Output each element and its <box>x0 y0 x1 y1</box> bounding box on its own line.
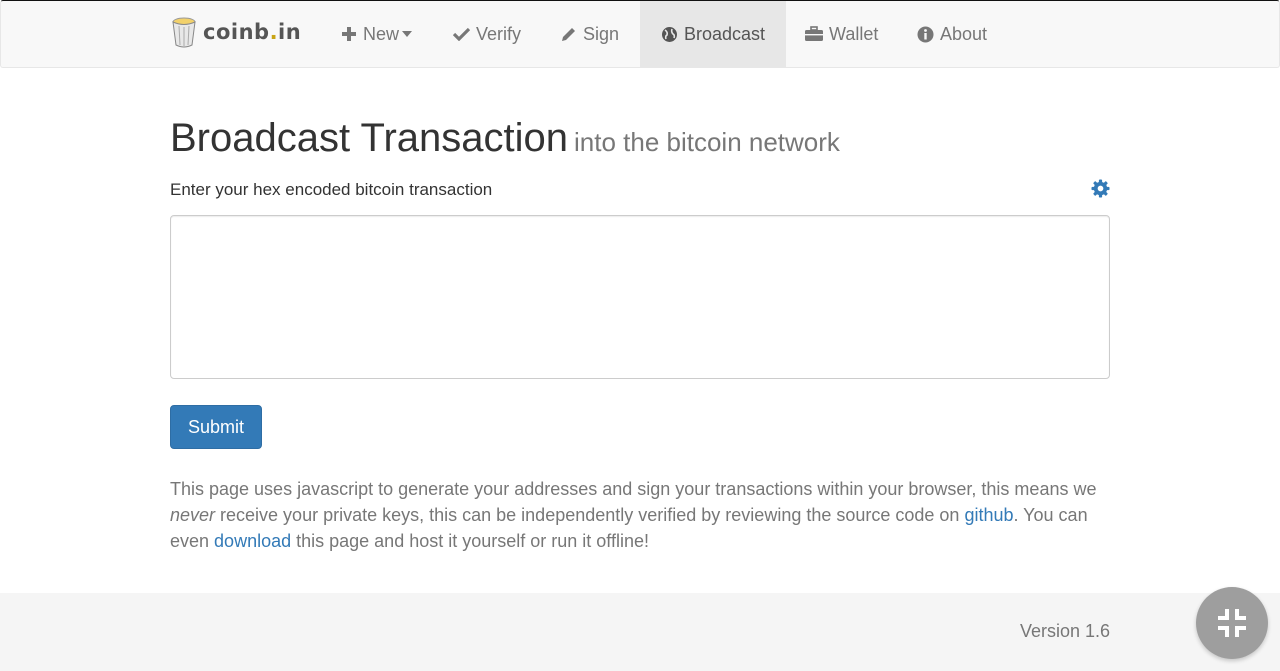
caret-down-icon <box>402 31 413 37</box>
hex-input-label: Enter your hex encoded bitcoin transacti… <box>170 180 493 199</box>
pencil-icon <box>560 26 577 43</box>
briefcase-icon <box>805 26 823 42</box>
navbar: coinb.in New Verify Sign Broadcast Walle… <box>0 0 1280 68</box>
page-title-subtitle: into the bitcoin network <box>574 127 840 157</box>
nav-sign[interactable]: Sign <box>544 1 635 67</box>
nav-wallet[interactable]: Wallet <box>789 1 894 67</box>
hex-transaction-input[interactable] <box>170 215 1110 379</box>
nav-broadcast[interactable]: Broadcast <box>640 1 786 67</box>
brand-logo-link[interactable]: coinb.in <box>171 15 301 49</box>
nav-verify-label: Verify <box>476 23 522 44</box>
info-circle-icon <box>917 26 934 43</box>
info-paragraph: This page uses javascript to generate yo… <box>170 479 1097 551</box>
nav-new-label: New <box>363 23 400 44</box>
exit-fullscreen-icon <box>1218 609 1246 637</box>
plus-icon <box>341 26 357 42</box>
download-link[interactable]: download <box>214 531 291 551</box>
version-text: Version 1.6 <box>1019 621 1110 641</box>
page-title: Broadcast Transaction into the bitcoin ne… <box>170 116 840 161</box>
nav-about-label: About <box>940 23 988 44</box>
emphasis-never: never <box>170 505 216 525</box>
gear-icon[interactable] <box>1091 179 1110 198</box>
nav-verify[interactable]: Verify <box>437 1 537 67</box>
submit-button[interactable]: Submit <box>170 405 262 449</box>
brand-name: coinb.in <box>203 20 302 44</box>
globe-icon <box>661 26 678 43</box>
nav-broadcast-label: Broadcast <box>683 23 766 44</box>
nav-new-dropdown[interactable]: New <box>324 1 429 67</box>
nav-about[interactable]: About <box>901 1 1003 67</box>
github-link[interactable]: github <box>964 505 1013 525</box>
page-title-main: Broadcast Transaction <box>170 116 568 160</box>
footer: Version 1.6 <box>0 593 1280 671</box>
bucket-logo-icon <box>172 17 196 48</box>
nav-wallet-label: Wallet <box>829 23 879 44</box>
nav-sign-label: Sign <box>583 23 620 44</box>
exit-fullscreen-button[interactable] <box>1196 587 1268 659</box>
check-icon <box>453 27 470 41</box>
